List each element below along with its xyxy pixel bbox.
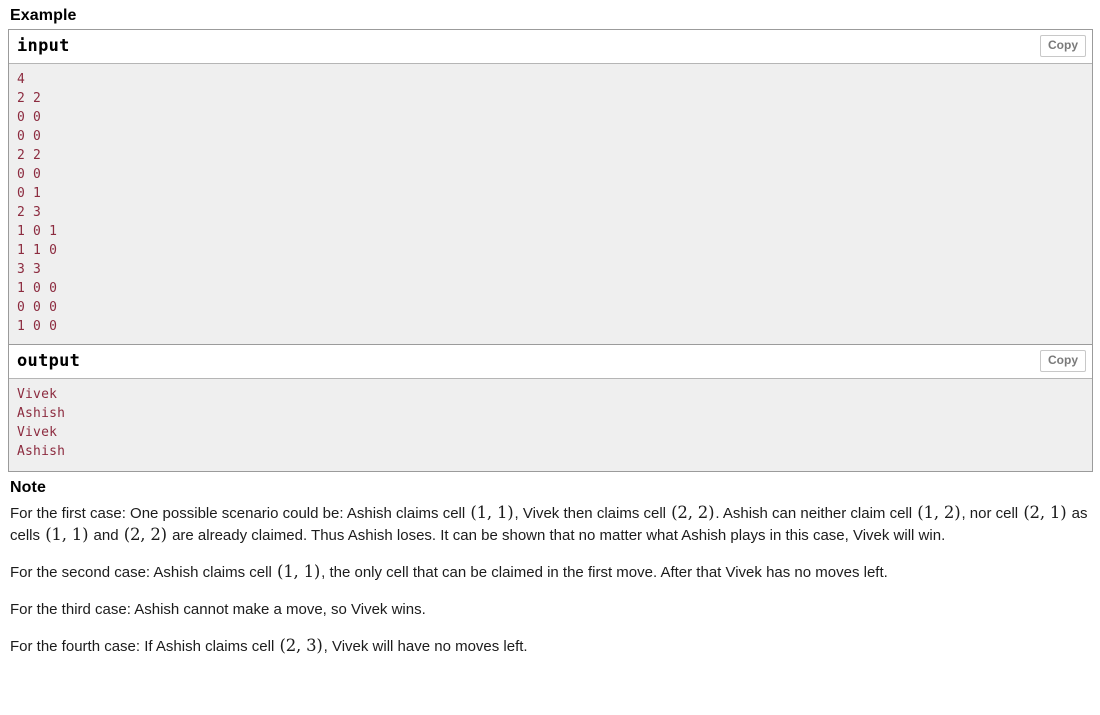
note-paragraph: For the second case: Ashish claims cell … [10,562,888,581]
input-block-title: input [17,36,70,56]
copy-input-button[interactable]: Copy [1040,35,1086,57]
inline-math: (1, 2) [917,503,961,522]
inline-math: (1, 1) [470,503,514,522]
note-paragraph: For the fourth case: If Ashish claims ce… [10,636,528,655]
problem-statement-page: Example input Copy 4 2 2 0 0 0 0 2 2 0 0… [0,7,1100,658]
note-paragraph: For the first case: One possible scenari… [10,503,1088,544]
inline-math: (1, 1) [45,524,89,544]
inline-math: (2, 2) [123,524,167,544]
sample-tests-panel: input Copy 4 2 2 0 0 0 0 2 2 0 0 0 1 2 3… [8,29,1093,472]
inline-math: (2, 2) [671,503,715,522]
note-paragraph: For the third case: Ashish cannot make a… [10,600,426,618]
inline-math: (2, 3) [279,636,323,655]
inline-math: (2, 1) [1023,503,1067,522]
note-heading: Note [10,479,46,496]
note-body: For the first case: One possible scenari… [8,503,1094,658]
output-block-header: output Copy [9,344,1092,379]
output-block-title: output [17,351,81,371]
example-heading: Example [10,7,77,24]
copy-output-button[interactable]: Copy [1040,350,1086,372]
input-block-content: 4 2 2 0 0 0 0 2 2 0 0 0 1 2 3 1 0 1 1 1 … [9,64,1092,344]
input-block-header: input Copy [9,30,1092,64]
output-block-content: Vivek Ashish Vivek Ashish [9,379,1092,471]
inline-math: (1, 1) [276,562,321,581]
